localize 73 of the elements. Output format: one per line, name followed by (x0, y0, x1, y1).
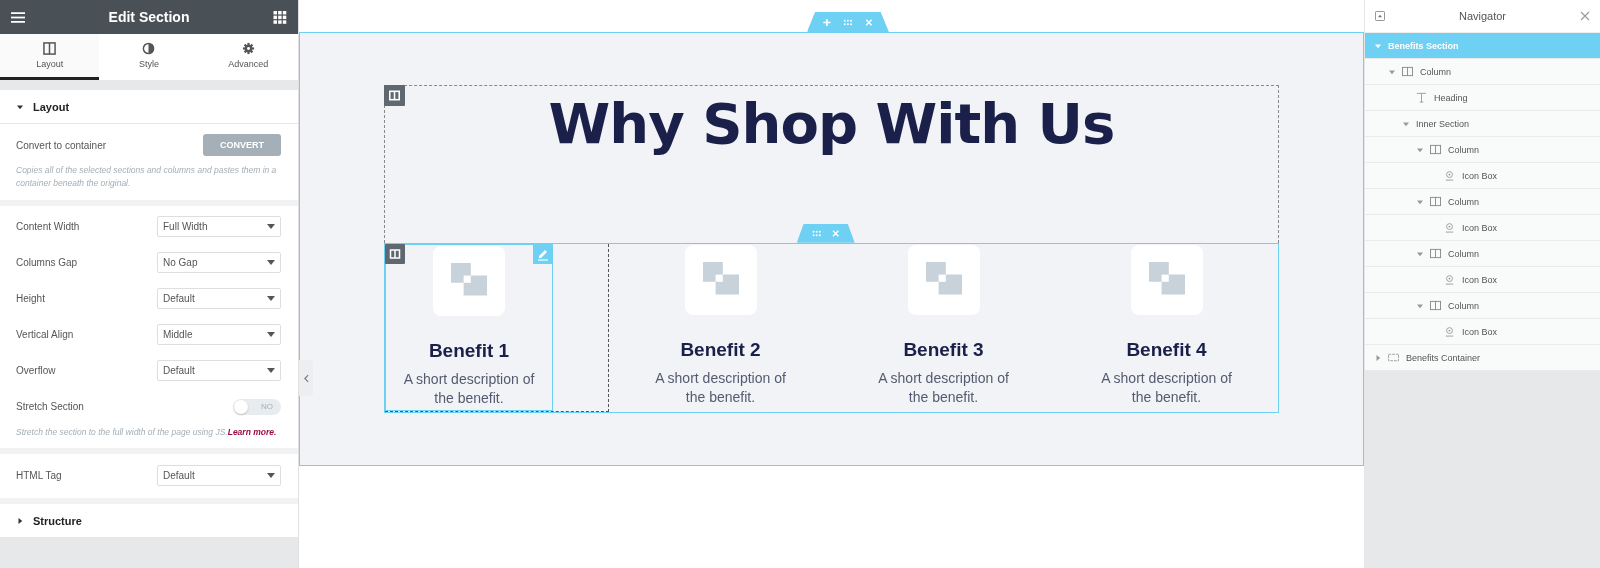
column-icon (1430, 144, 1441, 155)
control-label: Overflow (16, 365, 56, 376)
caret-icon (267, 332, 275, 337)
control-label: Columns Gap (16, 257, 78, 268)
benefit-column[interactable]: Benefit 2 A short description of the benefit. (609, 243, 832, 412)
benefit-description: A short description of the benefit. (402, 369, 536, 409)
caret-icon[interactable] (1403, 120, 1409, 127)
caret-icon[interactable] (1375, 354, 1381, 361)
pin-icon (1444, 326, 1455, 337)
contrast-icon (142, 42, 156, 55)
apps-grid-icon[interactable] (273, 10, 287, 24)
inner-section-handle[interactable] (796, 223, 855, 243)
column-icon (1430, 300, 1441, 311)
control-label: Height (16, 293, 45, 304)
column-handle[interactable] (385, 243, 405, 264)
caret-icon[interactable] (1417, 146, 1423, 153)
panel-collapse-tab[interactable] (299, 360, 313, 396)
caret-icon (267, 224, 275, 229)
container-icon (1388, 352, 1399, 363)
benefit-title: Benefit 2 (680, 338, 761, 361)
column-icon (1430, 248, 1441, 259)
caret-icon[interactable] (1375, 42, 1381, 49)
gear-icon (241, 42, 255, 55)
benefit-description: A short description of the benefit. (1100, 368, 1233, 408)
select-field[interactable]: Default (157, 288, 281, 309)
control-label: Convert to container (16, 139, 107, 151)
caret-icon (17, 517, 23, 524)
help-text: Stretch the section to the full width of the page using JS.Learn more. (16, 425, 278, 439)
pin-icon (1444, 274, 1455, 285)
chevron-left-icon (303, 373, 309, 383)
caret-icon[interactable] (1417, 198, 1423, 205)
select-field[interactable]: Middle (157, 324, 281, 345)
pin-icon (1444, 222, 1455, 233)
benefit-column[interactable]: Benefit 3 A short description of the benefit. (832, 243, 1055, 412)
caret-icon (267, 368, 275, 373)
columns-icon (43, 42, 57, 55)
select-field[interactable]: Default (157, 360, 281, 381)
caret-icon (267, 260, 275, 265)
benefit-description: A short description of the benefit. (654, 368, 787, 408)
close-icon[interactable] (1580, 11, 1590, 21)
caret-icon (267, 296, 275, 301)
control-label: Content Width (16, 221, 80, 232)
benefit-title: Benefit 3 (903, 338, 984, 361)
caret-icon (267, 472, 275, 478)
text-icon (1416, 92, 1427, 103)
section-handle[interactable] (806, 12, 889, 32)
pin-icon (1444, 170, 1455, 181)
panel-title: Edit Section (108, 9, 190, 25)
select-field[interactable]: No Gap (157, 252, 281, 273)
caret-icon[interactable] (1417, 302, 1423, 309)
benefit-description: A short description of the benefit. (877, 368, 1010, 408)
select-field[interactable]: Full Width (157, 216, 281, 237)
benefit-title: Benefit 1 (428, 339, 510, 362)
page-heading: Why Shop With Us (548, 90, 1115, 158)
column-icon (1430, 196, 1441, 207)
caret-icon[interactable] (1389, 68, 1395, 75)
control-label: Stretch Section (16, 401, 84, 412)
edit-icon[interactable] (533, 243, 553, 264)
column-icon (1402, 66, 1413, 77)
help-text: Copies all of the selected sections and columns and pastes them in a container beneath the original. (16, 164, 278, 190)
column-handle[interactable] (384, 85, 405, 106)
minimize-icon[interactable] (1375, 11, 1385, 21)
learn-more-link[interactable]: Learn more. (227, 426, 277, 437)
select-field[interactable]: Default (157, 464, 281, 486)
benefit-column[interactable]: Benefit 4 A short description of the benefit. (1055, 243, 1278, 412)
control-label: HTML Tag (16, 469, 62, 481)
control-label: Vertical Align (16, 329, 74, 340)
caret-icon (17, 103, 23, 110)
menu-icon[interactable] (11, 10, 25, 24)
caret-icon[interactable] (1417, 250, 1423, 257)
benefit-title: Benefit 4 (1126, 338, 1207, 361)
navigator-title: Navigator (1458, 10, 1507, 22)
panel-tab[interactable]: Layout (0, 34, 100, 80)
